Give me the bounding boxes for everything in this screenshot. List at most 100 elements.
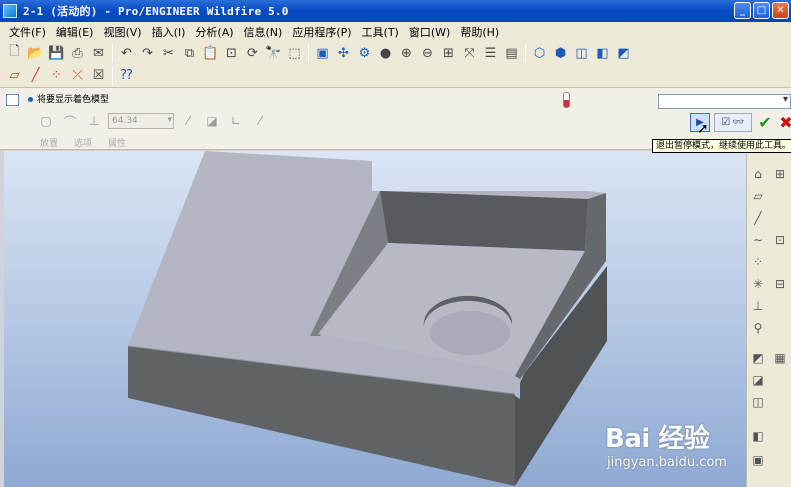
- menu-analysis[interactable]: 分析(A): [190, 24, 238, 40]
- annotation-display-icon[interactable]: ☒: [88, 66, 109, 86]
- menu-info[interactable]: 信息(N): [239, 24, 288, 40]
- menu-insert[interactable]: 插入(I): [147, 24, 191, 40]
- toolbar-separator: [112, 66, 113, 85]
- right-feature-toolbar: ⌂ ▱ ╱ ∼ ⁘ ✳ ⊥ ⚲ ◩ ◪ ◫ ⊞ ⊡ ⊟ ▦ ◧ ▣: [746, 151, 791, 487]
- title-bar: 2-1 (活动的) - Pro/ENGINEER Wildfire 5.0 _ …: [0, 0, 791, 22]
- depth-input[interactable]: 64.34: [108, 113, 174, 129]
- flip-material-icon[interactable]: ⁄: [250, 112, 270, 130]
- close-icon: ✕: [776, 5, 785, 16]
- sweep-tool-icon[interactable]: ⊟: [771, 275, 789, 293]
- remove-material-icon[interactable]: ◪: [202, 112, 222, 130]
- dashboard-message-text: 将要显示着色模型: [37, 95, 110, 105]
- sketch-icon[interactable]: ⌂: [749, 165, 767, 183]
- tooltip: 退出暂停模式，继续使用此工具。: [652, 139, 791, 153]
- menu-file[interactable]: 文件(F): [4, 24, 51, 40]
- menu-tools[interactable]: 工具(T): [357, 24, 404, 40]
- main-toolbar: 🗋 📂 💾 ⎙ ✉ ↶ ↷ ✂ ⧉ 📋 ⊡ ⟳ 🔭 ⬚ ▣ ✣ ⚙ ● ⊕ ⊖ …: [0, 41, 791, 65]
- select-box-icon[interactable]: ⬚: [284, 43, 305, 63]
- menu-view[interactable]: 视图(V): [98, 24, 146, 40]
- view-manager-icon[interactable]: ▤: [501, 43, 522, 63]
- redraw-icon[interactable]: ▣: [312, 43, 333, 63]
- menu-window[interactable]: 窗口(W): [404, 24, 455, 40]
- display-style-icon[interactable]: ◧: [592, 43, 613, 63]
- draft-tool-icon[interactable]: ◧: [749, 427, 767, 445]
- minimize-button[interactable]: _: [734, 2, 751, 19]
- zoom-in-icon[interactable]: ⊕: [396, 43, 417, 63]
- hole-tool-icon[interactable]: ◩: [749, 349, 767, 367]
- sketch-tool-icon[interactable]: ⊞: [771, 165, 789, 183]
- thicken-icon[interactable]: ∟: [226, 112, 246, 130]
- no-hidden-icon[interactable]: ◫: [571, 43, 592, 63]
- dashboard-tools: ▢ ⌒ ⊥ 64.34 ⁄ ◪ ∟ ⁄: [36, 112, 270, 130]
- ok-button[interactable]: ✔: [756, 113, 774, 132]
- toolbar-separator: [525, 44, 526, 62]
- whats-this-icon[interactable]: ⁇: [116, 66, 137, 86]
- menu-edit[interactable]: 编辑(E): [51, 24, 99, 40]
- menu-help[interactable]: 帮助(H): [455, 24, 504, 40]
- layers-icon[interactable]: ☰: [480, 43, 501, 63]
- filter-dropdown[interactable]: [658, 94, 791, 109]
- flip-direction-icon[interactable]: ⁄: [178, 112, 198, 130]
- save-icon[interactable]: 💾: [46, 43, 67, 63]
- wireframe-icon[interactable]: ⬡: [529, 43, 550, 63]
- shading-icon[interactable]: ◩: [613, 43, 634, 63]
- paste-special-icon[interactable]: ⊡: [221, 43, 242, 63]
- preview-button[interactable]: ☑ 👓: [714, 113, 752, 132]
- viewport-left-edge: [0, 151, 4, 487]
- mouse-cursor-icon: ➚: [697, 121, 709, 137]
- tab-placement[interactable]: 放置: [40, 136, 58, 149]
- new-icon[interactable]: 🗋: [4, 43, 25, 63]
- toolbar-separator: [112, 44, 113, 62]
- datum-curve-icon[interactable]: ∼: [749, 231, 767, 249]
- orient-icon[interactable]: ⚙: [354, 43, 375, 63]
- cancel-button[interactable]: ✖: [778, 113, 791, 132]
- csys-icon[interactable]: ✳: [749, 275, 767, 293]
- revolve-tool-icon[interactable]: ⊡: [771, 231, 789, 249]
- email-icon[interactable]: ✉: [88, 43, 109, 63]
- tab-options[interactable]: 选项: [74, 136, 92, 149]
- chamfer-tool-icon[interactable]: ◫: [749, 393, 767, 411]
- dashboard-message: 将要显示着色模型: [28, 92, 109, 105]
- datum-point-display-icon[interactable]: ⁘: [46, 66, 67, 86]
- spin-center-icon[interactable]: ✣: [333, 43, 354, 63]
- copy-icon[interactable]: ⧉: [179, 43, 200, 63]
- hidden-line-icon[interactable]: ⬢: [550, 43, 571, 63]
- tab-properties[interactable]: 属性: [108, 136, 126, 149]
- menu-applications[interactable]: 应用程序(P): [287, 24, 356, 40]
- print-icon[interactable]: ⎙: [67, 43, 88, 63]
- regenerate-icon[interactable]: ⟳: [242, 43, 263, 63]
- datum-plane-display-icon[interactable]: ▱: [4, 66, 25, 86]
- saved-views-icon[interactable]: ●: [375, 43, 396, 63]
- cut-icon[interactable]: ✂: [158, 43, 179, 63]
- zoom-out-icon[interactable]: ⊖: [417, 43, 438, 63]
- extrude-icon[interactable]: ⚲: [749, 319, 767, 337]
- paste-icon[interactable]: 📋: [200, 43, 221, 63]
- solid-icon[interactable]: ▢: [36, 112, 56, 130]
- undo-icon[interactable]: ↶: [116, 43, 137, 63]
- datum-point-icon[interactable]: ⁘: [749, 253, 767, 271]
- pattern-tool-icon[interactable]: ▦: [771, 349, 789, 367]
- open-icon[interactable]: 📂: [25, 43, 46, 63]
- maximize-button[interactable]: □: [753, 2, 770, 19]
- reorient-icon[interactable]: ⤧: [459, 43, 480, 63]
- datum-axis-icon[interactable]: ╱: [749, 209, 767, 227]
- shell-tool-icon[interactable]: ▣: [749, 451, 767, 469]
- redo-icon[interactable]: ↷: [137, 43, 158, 63]
- close-button[interactable]: ✕: [772, 2, 789, 19]
- round-tool-icon[interactable]: ◪: [749, 371, 767, 389]
- csys-display-icon[interactable]: ⤫: [67, 66, 88, 86]
- dashboard-tabs: 放置 选项 属性: [40, 136, 126, 149]
- window-controls: _ □ ✕: [734, 2, 789, 19]
- refit-icon[interactable]: ⊞: [438, 43, 459, 63]
- watermark-logo: Bai 经验: [605, 424, 710, 454]
- depth-option-icon[interactable]: ⊥: [84, 112, 104, 130]
- datum-axis-display-icon[interactable]: ╱: [25, 66, 46, 86]
- toolbar-separator: [308, 44, 309, 62]
- watermark-url: jingyan.baidu.com: [607, 455, 727, 470]
- find-icon[interactable]: 🔭: [263, 43, 284, 63]
- analysis-icon[interactable]: ⊥: [749, 297, 767, 315]
- datum-plane-icon[interactable]: ▱: [749, 187, 767, 205]
- surface-icon[interactable]: ⌒: [60, 112, 80, 130]
- maximize-icon: □: [756, 5, 767, 16]
- cross-icon: ✖: [779, 113, 791, 132]
